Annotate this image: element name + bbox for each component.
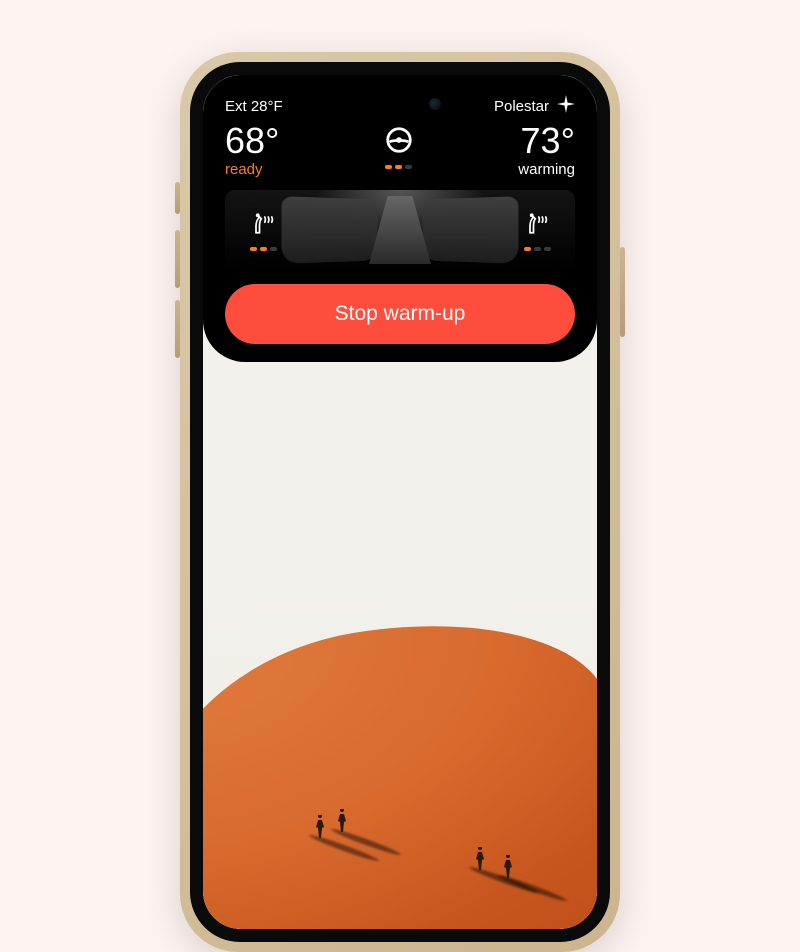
steering-wheel-icon	[384, 125, 414, 160]
driver-seat-heat-level	[250, 247, 277, 251]
volume-up-button[interactable]	[175, 230, 180, 288]
volume-down-button[interactable]	[175, 300, 180, 358]
driver-seat-heat[interactable]	[249, 210, 277, 251]
driver-temp: 68°	[225, 123, 279, 159]
center-console	[369, 196, 431, 264]
phone-screen: Ext 28°F Polestar 68° ready	[203, 75, 597, 929]
hiker-figure	[501, 855, 515, 883]
passenger-seat-heat-level	[524, 247, 551, 251]
steering-wheel-heat[interactable]	[384, 125, 414, 169]
seat-heat-icon	[523, 210, 551, 243]
stop-warmup-button[interactable]: Stop warm-up	[225, 284, 575, 344]
hiker-figure	[313, 815, 327, 843]
hiker-figure	[335, 809, 349, 837]
exterior-temp: Ext 28°F	[225, 98, 283, 115]
hiker-figure	[473, 847, 487, 875]
passenger-status: warming	[518, 161, 575, 178]
driver-status: ready	[225, 161, 279, 178]
power-button[interactable]	[620, 247, 625, 337]
phone-frame: Ext 28°F Polestar 68° ready	[180, 52, 620, 952]
wheel-heat-level	[385, 165, 412, 169]
passenger-temp: 73°	[521, 123, 575, 159]
dynamic-island[interactable]	[341, 88, 459, 120]
cabin-interior	[225, 190, 575, 270]
mute-switch[interactable]	[175, 182, 180, 214]
brand-label: Polestar	[494, 95, 575, 117]
passenger-seat-heat[interactable]	[523, 210, 551, 251]
passenger-temp-block[interactable]: 73° warming	[518, 123, 575, 178]
driver-temp-block[interactable]: 68° ready	[225, 123, 279, 178]
seat-heat-icon	[249, 210, 277, 243]
phone-bezel: Ext 28°F Polestar 68° ready	[190, 62, 610, 942]
polestar-logo-icon	[557, 95, 575, 117]
